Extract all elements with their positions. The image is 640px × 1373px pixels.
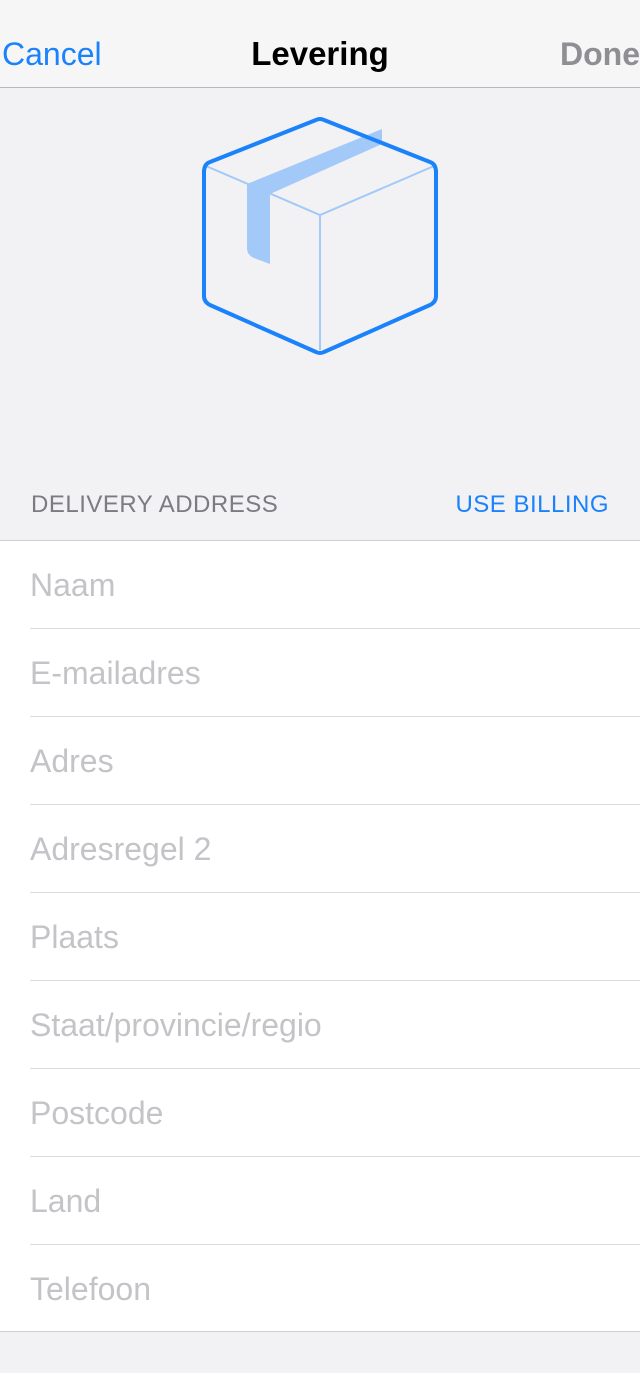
- use-billing-button[interactable]: USE BILLING: [455, 490, 609, 520]
- state-field-row: [30, 981, 640, 1069]
- name-field[interactable]: [30, 565, 620, 605]
- done-button[interactable]: Done: [560, 34, 640, 74]
- email-field-row: [30, 629, 640, 717]
- phone-field[interactable]: [30, 1269, 620, 1309]
- state-field[interactable]: [30, 1005, 620, 1045]
- address-field-row: [30, 717, 640, 805]
- address-form: [0, 540, 640, 1332]
- section-title: DELIVERY ADDRESS: [31, 491, 279, 518]
- country-field-row: [30, 1157, 640, 1245]
- address-field[interactable]: [30, 741, 620, 781]
- postcode-field-row: [30, 1069, 640, 1157]
- address-line-2-field-row: [30, 805, 640, 893]
- delivery-address-header: DELIVERY ADDRESS USE BILLING: [0, 470, 640, 540]
- city-field-row: [30, 893, 640, 981]
- address-line-2-field[interactable]: [30, 829, 620, 869]
- email-field[interactable]: [30, 653, 620, 693]
- navigation-bar: Cancel Levering Done: [0, 0, 640, 88]
- city-field[interactable]: [30, 917, 620, 957]
- package-box-icon: [202, 117, 438, 355]
- phone-field-row: [30, 1245, 640, 1333]
- country-field[interactable]: [30, 1181, 620, 1221]
- delivery-hero: [0, 89, 640, 469]
- postcode-field[interactable]: [30, 1093, 620, 1133]
- page-title: Levering: [251, 35, 389, 72]
- name-field-row: [30, 541, 640, 629]
